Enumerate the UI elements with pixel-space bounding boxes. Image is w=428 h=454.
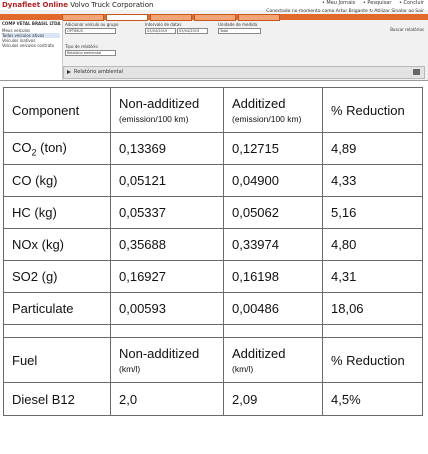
fuel-additized: 2,09 [223, 382, 323, 416]
header-fuel-additized-label: Additized [232, 346, 286, 361]
row-additized: 0,05062 [223, 196, 323, 229]
table-row: SO2 (g) 0,16927 0,16198 4,31 [3, 260, 423, 293]
row-additized: 0,16198 [223, 260, 323, 293]
brand-company: Volvo Truck Corporation [70, 1, 154, 9]
header-non-additized-unit: (emission/100 km) [119, 114, 189, 124]
app-brand: Dynafleet Online Volvo Truck Corporation [2, 0, 153, 10]
header-fuel-additized-unit: (km/l) [232, 364, 254, 374]
header-additized-unit: (emission/100 km) [232, 114, 302, 124]
header-reduction: % Reduction [322, 87, 423, 133]
vehicles-select[interactable]: OPTIMUS [65, 28, 116, 34]
vehicle-list-item[interactable]: Veículos veículos contrato [2, 43, 60, 48]
report-type-label: Tipo de relatório [65, 44, 98, 49]
row-reduction: 4,89 [322, 132, 423, 165]
row-component: CO2 (ton) [3, 132, 111, 165]
brand-name: Dynafleet Online [2, 1, 69, 9]
row-additized: 0,00486 [223, 292, 323, 325]
link-pesquisar[interactable]: • Pesquisar [363, 0, 392, 6]
expand-arrow-icon[interactable] [67, 70, 71, 74]
row-component: Particulate [3, 292, 111, 325]
table-row: NOx (kg) 0,35688 0,33974 4,80 [3, 228, 423, 261]
table-row: CO2 (ton) 0,13369 0,12715 4,89 [3, 132, 423, 165]
fuel-row: Diesel B12 2,0 2,09 4,5% [3, 382, 423, 416]
header-fuel: Fuel [3, 337, 111, 383]
table-row: Particulate 0,00593 0,00486 18,06 [3, 292, 423, 325]
vehicle-pane: COMP VETAL BRASIL LTDA Meus veículos Tod… [0, 20, 63, 80]
fuel-non-additized: 2,0 [110, 382, 224, 416]
header-fuel-additized: Additized (km/l) [223, 337, 323, 383]
emissions-table: Component Non-additized (emission/100 km… [3, 87, 423, 416]
row-reduction: 4,31 [322, 260, 423, 293]
spacer-cell [110, 324, 224, 338]
report-filters: Adicionar veículo ou grupo OPTIMUS Inter… [63, 20, 428, 64]
print-icon[interactable] [413, 69, 420, 75]
fuel-name: Diesel B12 [3, 382, 111, 416]
company-name: COMP VETAL BRASIL LTDA [2, 21, 61, 26]
row-non-additized: 0,16927 [110, 260, 224, 293]
header-fuel-non-additized: Non-additized (km/l) [110, 337, 224, 383]
date-from-input[interactable]: 03/04/2019 [145, 28, 176, 34]
fuel-reduction: 4,5% [322, 382, 423, 416]
row-component: SO2 (g) [3, 260, 111, 293]
row-non-additized: 0,35688 [110, 228, 224, 261]
fuel-header-row: Fuel Non-additized (km/l) Additized (km/… [3, 337, 423, 383]
dynafleet-app-window: Dynafleet Online Volvo Truck Corporation… [0, 0, 428, 81]
vehicle-list: Meus veículos Todos veículos ativos Veíc… [2, 28, 60, 48]
row-additized: 0,33974 [223, 228, 323, 261]
row-non-additized: 0,00593 [110, 292, 224, 325]
report-type-select[interactable]: Relatório ambiental [65, 50, 116, 56]
report-panel-title: Relatório ambiental [74, 69, 124, 75]
row-component: NOx (kg) [3, 228, 111, 261]
row-non-additized: 0,13369 [110, 132, 224, 165]
row-non-additized: 0,05121 [110, 164, 224, 197]
header-non-additized: Non-additized (emission/100 km) [110, 87, 224, 133]
interval-label: Intervalo de datas [145, 22, 182, 27]
header-component: Component [3, 87, 111, 133]
row-non-additized: 0,05337 [110, 196, 224, 229]
report-panel-header[interactable]: Relatório ambiental [63, 66, 425, 79]
search-reports-button[interactable]: Buscar relatórios [390, 28, 424, 32]
header-fuel-non-additized-unit: (km/l) [119, 364, 141, 374]
row-reduction: 4,33 [322, 164, 423, 197]
spacer-cell [3, 324, 111, 338]
spacer-cell [223, 324, 323, 338]
header-additized: Additized (emission/100 km) [223, 87, 323, 133]
component-name: CO [12, 139, 32, 155]
row-reduction: 4,80 [322, 228, 423, 261]
spacer-cell [322, 324, 423, 338]
row-component: CO (kg) [3, 164, 111, 197]
row-component: HC (kg) [3, 196, 111, 229]
row-reduction: 18,06 [322, 292, 423, 325]
unit-select[interactable]: Total [218, 28, 261, 34]
header-non-additized-label: Non-additized [119, 96, 200, 111]
table-row: HC (kg) 0,05337 0,05062 5,16 [3, 196, 423, 229]
top-links: • Meu Jornais • Pesquisar • Concluir [316, 0, 424, 6]
table-spacer-row [3, 324, 423, 338]
header-additized-label: Additized [232, 96, 286, 111]
row-additized: 0,04900 [223, 164, 323, 197]
table-header-row: Component Non-additized (emission/100 km… [3, 87, 423, 133]
component-unit: (ton) [36, 139, 67, 155]
unit-label: Unidade de medida [218, 22, 258, 27]
link-meus-jornais[interactable]: • Meu Jornais [322, 0, 355, 6]
header-fuel-non-additized-label: Non-additized [119, 346, 200, 361]
row-additized: 0,12715 [223, 132, 323, 165]
header-fuel-reduction: % Reduction [322, 337, 423, 383]
date-to-input[interactable]: 03/04/2019 [177, 28, 208, 34]
vehicles-label: Adicionar veículo ou grupo [65, 22, 119, 27]
table-row: CO (kg) 0,05121 0,04900 4,33 [3, 164, 423, 197]
row-reduction: 5,16 [322, 196, 423, 229]
link-concluir[interactable]: • Concluir [399, 0, 424, 6]
